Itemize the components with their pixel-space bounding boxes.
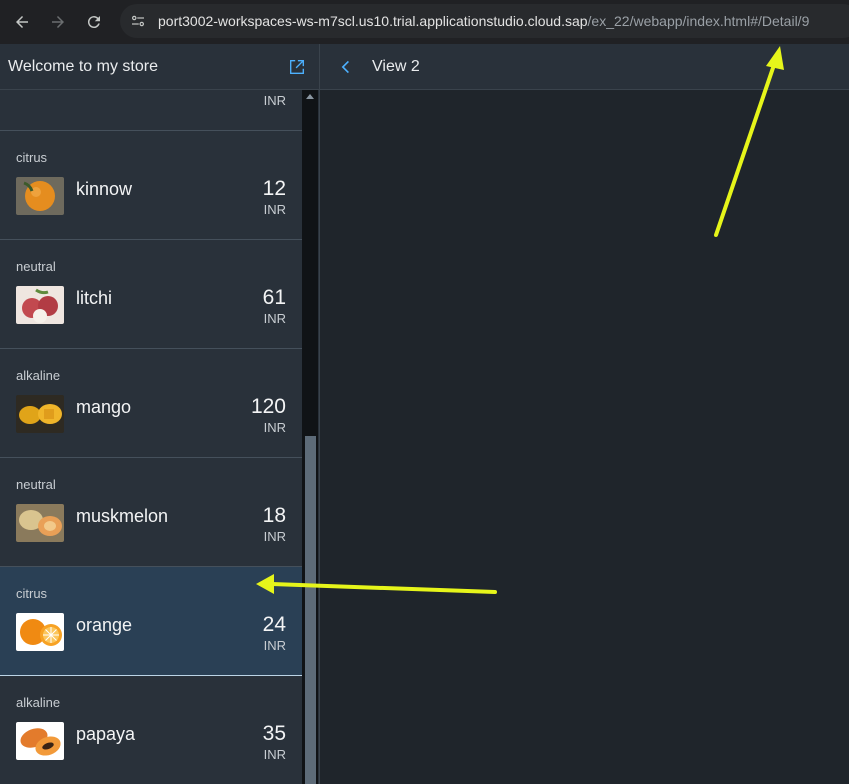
item-price: 12 — [262, 177, 286, 200]
item-category: neutral — [16, 477, 56, 492]
list-item[interactable]: INR — [0, 90, 302, 131]
muskmelon-thumbnail — [16, 504, 64, 542]
master-panel: Welcome to my store INR citrus kinnow 12… — [0, 44, 320, 784]
litchi-thumbnail — [16, 286, 64, 324]
list-item[interactable]: neutral muskmelon 18 INR — [0, 458, 302, 567]
back-arrow-icon[interactable] — [8, 8, 36, 36]
site-settings-icon[interactable] — [124, 7, 152, 35]
item-category: alkaline — [16, 695, 61, 710]
item-unit: INR — [263, 93, 286, 108]
item-name: orange — [76, 615, 133, 635]
master-header: Welcome to my store — [0, 44, 319, 90]
detail-title: View 2 — [372, 57, 420, 75]
list-item-selected[interactable]: citrus orange 24 INR — [0, 567, 302, 676]
detail-panel: View 2 — [320, 44, 849, 784]
kinnow-thumbnail — [16, 177, 64, 215]
item-price: 18 — [262, 504, 286, 527]
list-item[interactable]: alkaline papaya 35 INR — [0, 676, 302, 784]
url-text: port3002-workspaces-ws-m7scl.us10.trial.… — [158, 13, 809, 29]
app-window: port3002-workspaces-ws-m7scl.us10.trial.… — [0, 0, 849, 784]
item-unit: INR — [263, 747, 286, 762]
reload-icon[interactable] — [80, 8, 108, 36]
scroll-up-icon[interactable] — [306, 94, 314, 99]
item-category: citrus — [16, 586, 48, 601]
browser-toolbar: port3002-workspaces-ws-m7scl.us10.trial.… — [0, 0, 849, 44]
url-host: port3002-workspaces-ws-m7scl.us10.trial.… — [158, 13, 588, 29]
papaya-thumbnail — [16, 722, 64, 760]
chevron-left-icon[interactable] — [332, 53, 360, 81]
item-name: muskmelon — [76, 506, 169, 526]
detail-header: View 2 — [320, 44, 849, 90]
list-item[interactable]: neutral litchi 61 INR — [0, 240, 302, 349]
list-item[interactable]: alkaline mango 120 INR — [0, 349, 302, 458]
product-list: INR citrus kinnow 12 INR neutral litchi … — [0, 90, 302, 784]
item-price: 120 — [250, 395, 286, 418]
item-price: 61 — [262, 286, 286, 309]
master-title: Welcome to my store — [8, 57, 158, 75]
item-category: citrus — [16, 150, 48, 165]
forward-arrow-icon[interactable] — [44, 8, 72, 36]
item-name: mango — [76, 397, 132, 417]
item-unit: INR — [263, 529, 286, 544]
item-category: alkaline — [16, 368, 61, 383]
item-category: neutral — [16, 259, 56, 274]
scrollbar-thumb[interactable] — [305, 436, 316, 784]
item-unit: INR — [263, 420, 286, 435]
item-unit: INR — [263, 311, 286, 326]
item-unit: INR — [263, 638, 286, 653]
list-item[interactable]: citrus kinnow 12 INR — [0, 131, 302, 240]
url-path: /ex_22/webapp/index.html#/Detail/9 — [587, 13, 810, 29]
list-scrollbar[interactable] — [302, 90, 318, 784]
item-price: 24 — [262, 613, 286, 636]
orange-thumbnail — [16, 613, 64, 651]
share-icon[interactable] — [287, 57, 307, 77]
item-unit: INR — [263, 202, 286, 217]
address-bar[interactable]: port3002-workspaces-ws-m7scl.us10.trial.… — [120, 4, 849, 38]
item-name: kinnow — [76, 179, 133, 199]
mango-thumbnail — [16, 395, 64, 433]
item-price: 35 — [262, 722, 286, 745]
item-name: litchi — [76, 288, 113, 308]
item-name: papaya — [76, 724, 136, 744]
